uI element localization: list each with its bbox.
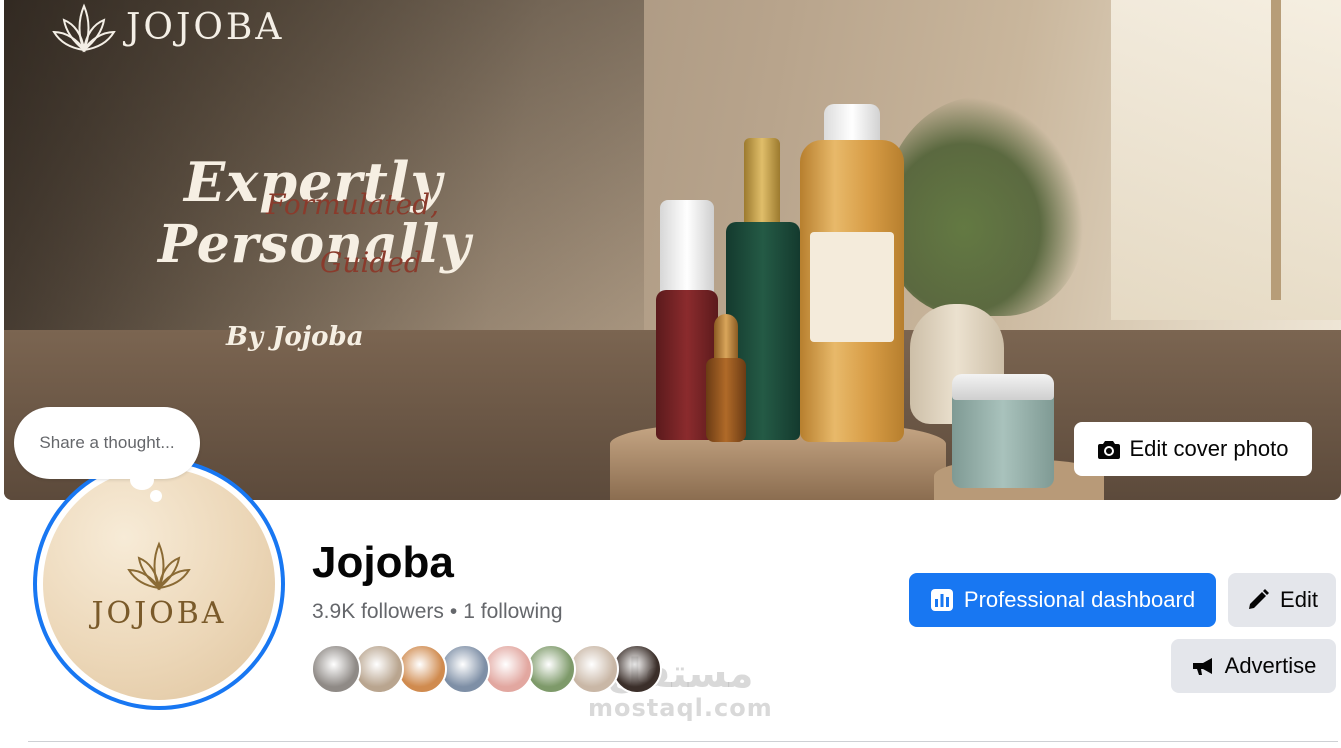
follower-avatar[interactable] [569,644,619,694]
followers-link[interactable]: 3.9K followers [312,600,444,624]
follower-avatar[interactable] [397,644,447,694]
cover-brand-logo: JOJOBA [52,0,284,54]
cover-headline-script2: Guided [320,246,422,279]
advertise-button[interactable]: Advertise [1171,639,1336,693]
professional-dashboard-label: Professional dashboard [963,587,1196,612]
camera-icon [1097,441,1120,459]
follower-avatars[interactable] [311,644,662,694]
cover-brand-name: JOJOBA [126,6,285,48]
edit-page-label: Edit [1280,587,1318,612]
follow-stats-separator: • [449,600,458,623]
cover-headline-line2: Personally [158,214,472,275]
pencil-icon [1249,589,1270,609]
share-thought-bubble[interactable]: Share a thought... [14,407,200,479]
advertise-label: Advertise [1224,653,1317,678]
edit-cover-photo-label: Edit cover photo [1129,436,1289,461]
following-link[interactable]: 1 following [463,600,562,624]
professional-dashboard-button[interactable]: Professional dashboard [909,573,1216,627]
megaphone-icon [1192,658,1212,675]
follower-avatar[interactable] [440,644,490,694]
page-title[interactable]: Jojoba [312,538,454,588]
follower-avatar[interactable] [526,644,576,694]
facebook-page-header: JOJOBA Expertly Formulated, Personally G… [0,0,1341,748]
thought-bubble-tail-large [130,470,154,490]
watermark-latin: mostaql.com [588,694,773,722]
avatar-brand-name: JOJOBA [91,595,227,631]
cover-window [1111,0,1341,320]
share-thought-placeholder: Share a thought... [39,433,175,452]
cover-byline: By Jojoba [226,322,364,352]
follow-stats: 3.9K followers • 1 following [312,600,563,624]
edit-cover-photo-button[interactable]: Edit cover photo [1074,422,1312,476]
serum-dropper [714,314,738,360]
body-wash-label [810,232,894,342]
lotus-icon [127,540,191,591]
scrub-jar-lid [952,374,1054,400]
follower-avatar[interactable] [354,644,404,694]
avatar[interactable]: JOJOBA [43,468,275,700]
follower-avatar[interactable] [311,644,361,694]
header-divider [28,741,1338,742]
edit-page-button[interactable]: Edit [1228,573,1336,627]
cover-window-frame [1271,0,1281,300]
dashboard-chart-icon [930,589,953,611]
cover-plant [884,96,1084,316]
serum-bottle [706,358,746,442]
foam-bottle-cap [660,200,714,292]
thought-bubble-tail-small [150,490,162,502]
follower-avatar[interactable] [483,644,533,694]
lotus-icon [52,3,116,53]
shampoo-pump [744,138,780,224]
follower-avatar[interactable] [612,644,662,694]
